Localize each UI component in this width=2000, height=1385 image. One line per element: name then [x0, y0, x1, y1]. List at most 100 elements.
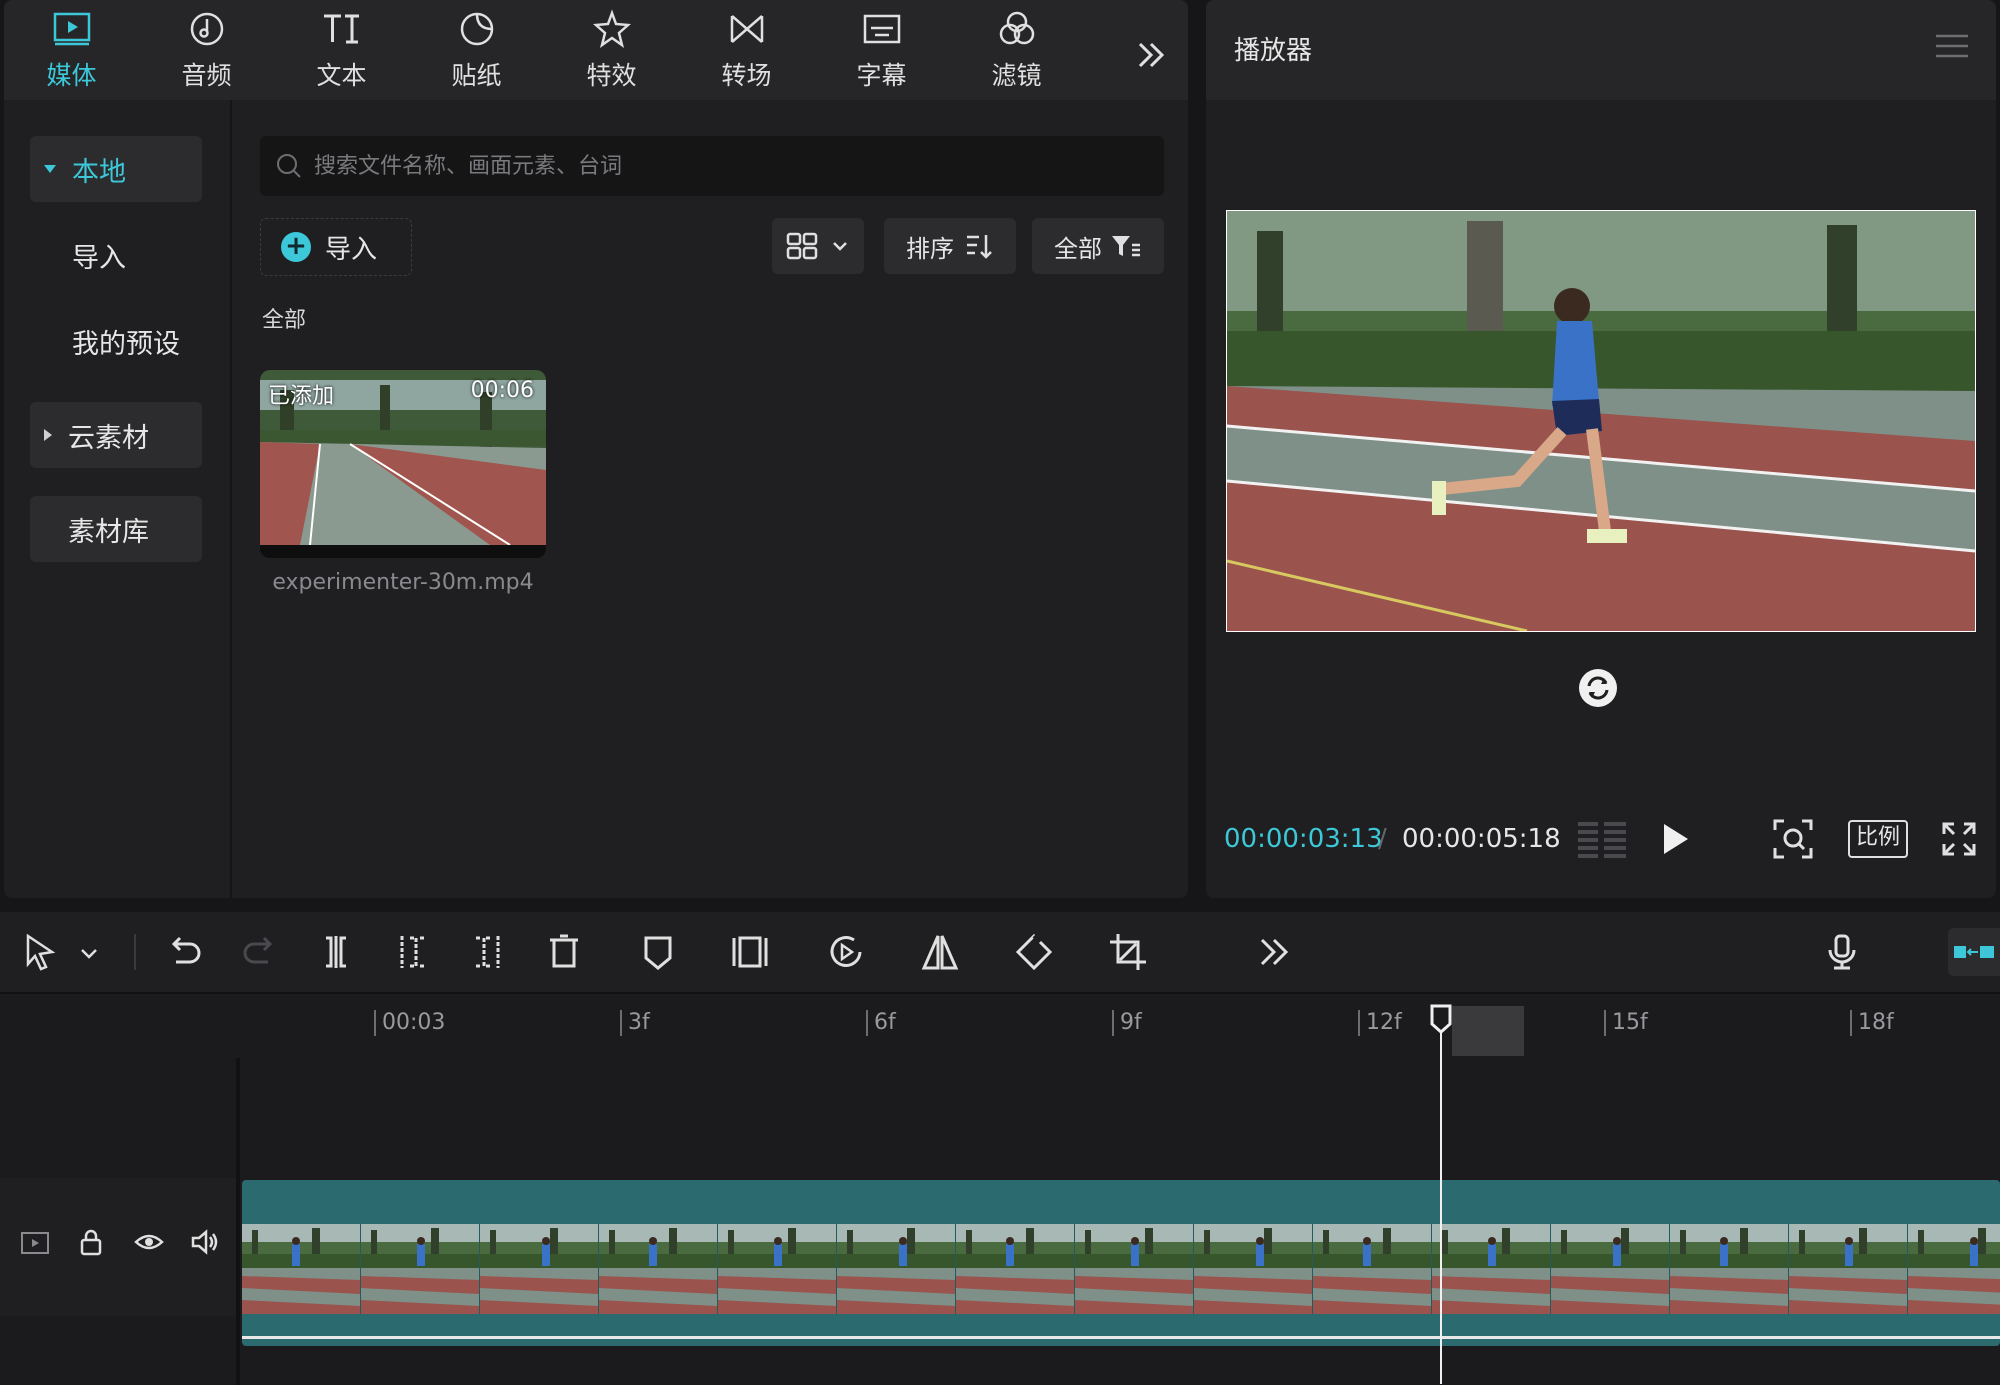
clip-filmstrip	[242, 1224, 2000, 1314]
sort-button[interactable]: 排序	[884, 218, 1016, 274]
media-thumbnail[interactable]: 已添加 00:06	[260, 370, 546, 558]
clip-bottom-line	[242, 1336, 2000, 1339]
select-cursor-icon[interactable]	[20, 932, 60, 972]
search-icon	[277, 154, 301, 178]
trim-left-icon[interactable]	[392, 932, 432, 972]
video-track-icon[interactable]	[20, 1230, 50, 1256]
clip-frame	[361, 1224, 480, 1314]
clip-frame	[718, 1224, 837, 1314]
tab-text[interactable]: 文本	[274, 0, 409, 100]
filter-button[interactable]: 全部	[1032, 218, 1164, 274]
tab-label: 媒体	[46, 61, 97, 90]
player-panel: 播放器 00:00:03:13 / 00:00:05:18 比例	[1206, 0, 1996, 898]
delete-icon[interactable]	[544, 932, 584, 972]
undo-icon[interactable]	[164, 932, 204, 972]
redo-icon[interactable]	[240, 932, 280, 972]
clip-frame	[1313, 1224, 1432, 1314]
tab-label: 滤镜	[991, 61, 1042, 90]
added-badge: 已添加	[268, 384, 335, 409]
tick-label: 15f	[1604, 1010, 1648, 1036]
snapshot-icon[interactable]	[1772, 818, 1814, 860]
clip-frame	[1432, 1224, 1551, 1314]
sidebar-item-label: 我的预设	[72, 328, 180, 360]
view-mode-button[interactable]	[772, 218, 864, 274]
fullscreen-icon[interactable]	[1942, 822, 1976, 856]
clip-frame	[837, 1224, 956, 1314]
playhead-line[interactable]	[1440, 1012, 1442, 1384]
lock-icon[interactable]	[78, 1228, 104, 1256]
eye-icon[interactable]	[134, 1230, 164, 1254]
rotate-icon[interactable]	[1578, 668, 1618, 708]
tick-label: 3f	[620, 1010, 650, 1036]
split-icon[interactable]	[316, 932, 356, 972]
sidebar-item-import[interactable]: 导入	[30, 222, 202, 288]
play-icon[interactable]	[1658, 820, 1692, 858]
clip-frame	[1670, 1224, 1789, 1314]
crop-icon[interactable]	[1108, 932, 1148, 972]
tab-filter[interactable]: 滤镜	[949, 0, 1084, 100]
tab-media[interactable]: 媒体	[4, 0, 139, 100]
clip-frame	[1908, 1224, 2000, 1314]
plus-icon: +	[281, 232, 311, 262]
timeline-panel: 00:03 3f 6f 9f 12f 15f 18f	[0, 912, 2000, 1385]
ruler-highlight	[1452, 1006, 1524, 1056]
sidebar-item-label: 导入	[72, 242, 126, 274]
track-controls	[0, 1178, 236, 1316]
text-icon	[323, 14, 359, 44]
video-preview[interactable]	[1226, 210, 1976, 633]
search-input[interactable]	[312, 152, 1136, 180]
mirror-icon[interactable]	[920, 932, 960, 972]
clip-frame	[1194, 1224, 1313, 1314]
microphone-icon[interactable]	[1822, 932, 1862, 972]
tab-label: 转场	[721, 61, 772, 90]
chevron-double-right-icon[interactable]	[1130, 34, 1172, 76]
grid-view-icon	[786, 232, 818, 260]
link-toggle[interactable]	[1948, 928, 2000, 976]
chevron-double-right-icon[interactable]	[1254, 932, 1294, 972]
tab-sticker[interactable]: 贴纸	[409, 0, 544, 100]
media-sidebar: 本地 导入 我的预设 云素材 素材库	[4, 100, 232, 898]
tab-transition[interactable]: 转场	[679, 0, 814, 100]
sidebar-item-local[interactable]: 本地	[30, 136, 202, 202]
freeze-frame-icon[interactable]	[730, 932, 770, 972]
section-label: 全部	[262, 308, 307, 333]
caret-down-icon	[44, 165, 56, 173]
tab-subtitle[interactable]: 字幕	[814, 0, 949, 100]
tick-label: 9f	[1112, 1010, 1142, 1036]
clip-frame	[480, 1224, 599, 1314]
media-icon	[53, 12, 90, 46]
marker-icon[interactable]	[638, 932, 678, 972]
sidebar-item-library[interactable]: 素材库	[30, 496, 202, 562]
rotate-clip-icon[interactable]	[1014, 932, 1054, 972]
tick-label: 00:03	[374, 1010, 445, 1036]
import-label: 导入	[325, 234, 378, 265]
speaker-icon[interactable]	[190, 1228, 220, 1256]
video-frame-image	[1226, 211, 1976, 633]
aspect-ratio-button[interactable]: 比例	[1848, 820, 1909, 858]
sidebar-item-my-presets[interactable]: 我的预设	[30, 308, 202, 374]
current-time: 00:00:03:13	[1224, 824, 1383, 854]
sidebar-item-cloud[interactable]: 云素材	[30, 402, 202, 468]
clip-frame	[1075, 1224, 1194, 1314]
tab-audio[interactable]: 音频	[139, 0, 274, 100]
clip-frame	[1789, 1224, 1908, 1314]
audio-icon	[190, 12, 223, 46]
player-title: 播放器	[1234, 36, 1313, 66]
import-button[interactable]: + 导入	[260, 218, 412, 276]
chevron-down-icon[interactable]	[76, 932, 102, 972]
sort-label: 排序	[906, 234, 954, 263]
filter-icon	[999, 11, 1034, 45]
menu-icon[interactable]	[1936, 34, 1968, 58]
timeline-ruler[interactable]: 00:03 3f 6f 9f 12f 15f 18f	[236, 996, 2000, 1048]
waveform-view-icon[interactable]	[1576, 818, 1628, 860]
sidebar-item-label: 云素材	[68, 422, 149, 454]
reverse-play-icon[interactable]	[826, 932, 866, 972]
tab-effects[interactable]: 特效	[544, 0, 679, 100]
filter-label: 全部	[1054, 234, 1102, 263]
tick-label: 12f	[1358, 1010, 1402, 1036]
video-clip[interactable]	[242, 1180, 2000, 1346]
playhead-handle[interactable]	[1430, 1004, 1452, 1034]
trim-right-icon[interactable]	[468, 932, 508, 972]
transition-icon	[730, 15, 763, 43]
sticker-icon	[460, 12, 493, 46]
